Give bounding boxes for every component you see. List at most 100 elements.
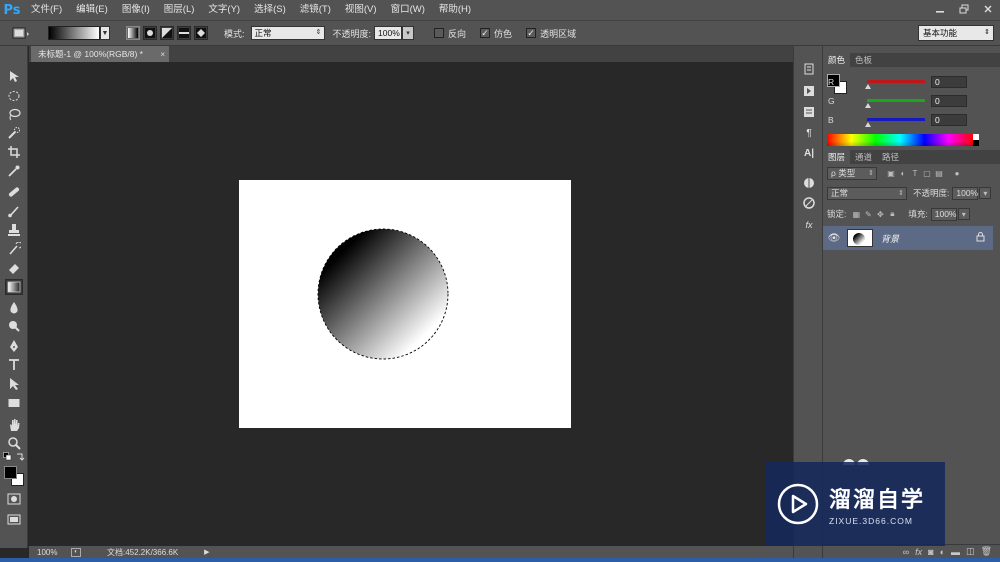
layer-style-icon[interactable]: fx: [915, 547, 922, 557]
zoom-level[interactable]: 100%: [37, 548, 71, 557]
dodge-tool[interactable]: [5, 318, 23, 334]
paragraph-panel-icon[interactable]: ¶: [801, 126, 817, 140]
filter-adjustment-icon[interactable]: ◐: [897, 167, 909, 179]
reverse-checkbox[interactable]: [434, 28, 445, 38]
color-spectrum-bar[interactable]: [827, 134, 973, 146]
restore-button[interactable]: [952, 1, 976, 17]
red-slider-thumb[interactable]: [865, 84, 871, 89]
actions-panel-icon[interactable]: [801, 84, 817, 98]
adjustments-panel-icon[interactable]: [801, 176, 817, 190]
green-value-input[interactable]: 0: [931, 95, 967, 107]
quick-selection-tool[interactable]: [5, 125, 23, 141]
transparency-option[interactable]: ✓ 透明区域: [526, 27, 576, 40]
eraser-tool[interactable]: [5, 260, 23, 276]
tab-layers[interactable]: 图层: [823, 150, 851, 164]
close-tab-icon[interactable]: ×: [160, 50, 165, 59]
status-menu-arrow-icon[interactable]: ▶: [204, 548, 209, 556]
opacity-input[interactable]: 100%: [374, 26, 403, 40]
tab-paths[interactable]: 路径: [877, 150, 904, 164]
fx-panel-icon[interactable]: fx: [801, 218, 817, 232]
filter-type-icon[interactable]: T: [909, 167, 921, 179]
add-mask-icon[interactable]: ◙: [928, 547, 933, 557]
menu-help[interactable]: 帮助(H): [432, 0, 478, 20]
layer-row[interactable]: 👁︎ 背景: [823, 226, 993, 250]
default-colors-icon[interactable]: [3, 452, 25, 462]
chevron-down-icon[interactable]: ▾: [957, 208, 970, 220]
link-layers-icon[interactable]: ∞: [903, 547, 909, 557]
zoom-tool[interactable]: [5, 435, 23, 451]
canvas-area[interactable]: [29, 62, 793, 546]
transparency-checkbox[interactable]: ✓: [526, 28, 537, 38]
status-info-icon[interactable]: ◐: [71, 547, 81, 557]
green-slider-track[interactable]: [867, 99, 925, 102]
tab-swatches[interactable]: 色板: [850, 53, 877, 67]
fill-input[interactable]: 100%: [930, 207, 957, 221]
tab-channels[interactable]: 通道: [850, 150, 877, 164]
path-selection-tool[interactable]: [5, 376, 23, 392]
radial-gradient-button[interactable]: [143, 26, 157, 40]
tool-preset-picker[interactable]: [10, 24, 32, 42]
blend-mode-select[interactable]: 正常 ⇕: [827, 186, 907, 200]
menu-view[interactable]: 视图(V): [338, 0, 384, 20]
shape-tool[interactable]: [5, 395, 23, 411]
properties-panel-icon[interactable]: [801, 105, 817, 119]
lock-paint-icon[interactable]: ✎: [862, 208, 874, 220]
menu-filter[interactable]: 滤镜(T): [293, 0, 338, 20]
diamond-gradient-button[interactable]: [194, 26, 208, 40]
delete-layer-icon[interactable]: 🗑︎: [981, 546, 992, 557]
healing-brush-tool[interactable]: [5, 184, 23, 200]
red-slider-track[interactable]: [867, 80, 925, 83]
filter-pixel-icon[interactable]: ▣: [885, 167, 897, 179]
history-panel-icon[interactable]: [801, 62, 817, 76]
move-tool[interactable]: [5, 68, 23, 84]
lock-all-icon[interactable]: 🔒︎: [886, 208, 898, 220]
black-white-swatch[interactable]: [973, 134, 979, 146]
screen-mode-button[interactable]: [5, 511, 23, 527]
gradient-tool[interactable]: [5, 279, 23, 295]
document-tab[interactable]: 未标题-1 @ 100%(RGB/8) * ×: [31, 46, 169, 62]
character-panel-icon[interactable]: A|: [801, 146, 817, 160]
foreground-background-colors[interactable]: [4, 466, 26, 488]
foreground-color-swatch[interactable]: [4, 466, 17, 479]
mode-select[interactable]: 正常 ⇕: [250, 26, 325, 40]
layer-filter-select[interactable]: ρ 类型 ⇕: [827, 166, 877, 180]
menu-layer[interactable]: 图层(L): [157, 0, 202, 20]
blue-slider-track[interactable]: [867, 118, 925, 121]
minimize-button[interactable]: [928, 1, 952, 17]
layer-name[interactable]: 背景: [881, 232, 899, 245]
menu-select[interactable]: 选择(S): [247, 0, 293, 20]
document-canvas[interactable]: [239, 180, 571, 428]
styles-panel-icon[interactable]: [801, 196, 817, 210]
tab-color[interactable]: 颜色: [823, 53, 851, 67]
linear-gradient-button[interactable]: [126, 26, 140, 40]
angle-gradient-button[interactable]: [160, 26, 174, 40]
menu-file[interactable]: 文件(F): [24, 0, 69, 20]
filter-toggle-icon[interactable]: ●: [951, 167, 963, 179]
eyedropper-tool[interactable]: [5, 163, 23, 179]
lock-position-icon[interactable]: ✥: [874, 208, 886, 220]
type-tool[interactable]: [5, 357, 23, 373]
adjustment-layer-icon[interactable]: ◐: [940, 547, 945, 557]
layer-opacity-input[interactable]: 100%: [952, 186, 979, 200]
red-value-input[interactable]: 0: [931, 76, 967, 88]
menu-image[interactable]: 图像(I): [115, 0, 157, 20]
crop-tool[interactable]: [5, 144, 23, 160]
marquee-tool[interactable]: [5, 88, 23, 104]
blue-slider-thumb[interactable]: [865, 122, 871, 127]
lock-transparent-icon[interactable]: ▦: [850, 208, 862, 220]
filter-smart-object-icon[interactable]: ▤: [933, 167, 945, 179]
gradient-swatch[interactable]: [48, 26, 100, 40]
workspace-select[interactable]: 基本功能 ⇕: [918, 25, 994, 41]
gradient-dropdown-button[interactable]: ▼: [100, 26, 110, 40]
reverse-option[interactable]: 反向: [434, 27, 466, 40]
green-slider-thumb[interactable]: [865, 103, 871, 108]
new-group-icon[interactable]: ▬: [951, 547, 960, 557]
pen-tool[interactable]: [5, 338, 23, 354]
blue-value-input[interactable]: 0: [931, 114, 967, 126]
clone-stamp-tool[interactable]: [5, 222, 23, 238]
quick-mask-button[interactable]: [5, 491, 23, 507]
menu-window[interactable]: 窗口(W): [384, 0, 432, 20]
blur-tool[interactable]: [5, 300, 23, 316]
lasso-tool[interactable]: [5, 106, 23, 122]
menu-type[interactable]: 文字(Y): [201, 0, 247, 20]
